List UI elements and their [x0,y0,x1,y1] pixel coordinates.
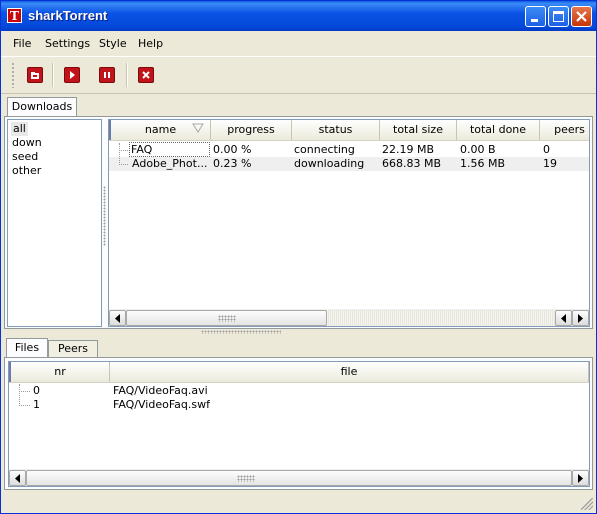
scroll-right-icon [578,474,583,483]
horizontal-splitter[interactable] [201,330,281,334]
tree-connector [119,150,128,165]
menu-help[interactable]: Help [138,37,163,50]
files-header: nr file [9,362,589,383]
download-total-size: 668.83 MB [382,157,442,170]
category-other[interactable]: other [12,164,41,178]
download-status: downloading [294,157,365,170]
column-peers[interactable]: peers [540,120,589,140]
download-name: FAQ [129,142,210,157]
scroll-right-button[interactable] [572,470,589,486]
file-nr: 0 [33,384,40,397]
resize-grip[interactable] [581,498,593,510]
category-seed[interactable]: seed [12,150,38,164]
download-name: Adobe_Phot... [132,157,208,170]
column-name[interactable]: name [109,120,211,140]
menu-bar: File Settings Style Help [1,32,596,54]
file-nr: 1 [33,398,40,411]
window-title: sharkTorrent [28,8,108,23]
download-total-size: 22.19 MB [382,143,435,156]
scroll-thumb[interactable] [26,470,572,486]
menu-settings[interactable]: Settings [45,37,90,50]
column-total-done[interactable]: total done [457,120,540,140]
open-torrent-icon [31,72,39,79]
download-row[interactable]: FAQ 0.00 % connecting 22.19 MB 0.00 B 0 [109,142,589,157]
downloads-horizontal-scrollbar[interactable] [109,309,589,326]
title-bar[interactable]: T sharkTorrent [1,1,596,31]
tab-peers[interactable]: Peers [48,340,98,358]
remove-button[interactable] [138,67,154,83]
remove-icon [142,71,150,79]
close-window-button[interactable] [571,6,592,27]
tab-downloads[interactable]: Downloads [7,97,77,117]
scroll-left-button[interactable] [555,310,572,326]
toolbar [1,56,596,94]
download-progress: 0.00 % [213,143,252,156]
scroll-left-button[interactable] [9,470,26,486]
column-file[interactable]: file [110,362,589,382]
menu-file[interactable]: File [13,37,31,50]
category-list: all down seed other [7,119,102,327]
column-total-size[interactable]: total size [380,120,457,140]
scroll-thumb-grip [237,475,255,482]
tab-files[interactable]: Files [6,338,48,358]
download-total-done: 0.00 B [460,143,496,156]
download-status: connecting [294,143,355,156]
files-table: nr file 0 FAQ/VideoFaq.avi 1 FAQ/VideoFa… [8,361,590,487]
pause-icon [104,72,110,78]
file-row[interactable]: 0 FAQ/VideoFaq.avi [9,384,589,398]
tree-connector [19,391,30,406]
column-nr[interactable]: nr [9,362,110,382]
downloads-table: name progress status total size total do… [108,119,590,327]
download-total-done: 1.56 MB [460,157,506,170]
scroll-left-icon [15,474,20,483]
start-button[interactable] [64,67,80,83]
scroll-right-icon [578,314,583,323]
column-name-label: name [144,123,177,136]
download-progress: 0.23 % [213,157,252,170]
download-peers: 0 [543,143,550,156]
scroll-thumb[interactable] [126,310,327,326]
category-down[interactable]: down [12,136,42,150]
category-all[interactable]: all [11,122,28,136]
file-path: FAQ/VideoFaq.swf [113,398,210,411]
scroll-thumb-grip [218,315,236,322]
scroll-left-icon [561,314,566,323]
toolbar-separator [126,63,128,87]
column-status[interactable]: status [292,120,380,140]
sort-descending-icon [192,123,204,133]
vertical-splitter[interactable] [103,186,106,246]
minimize-button[interactable] [525,6,546,27]
status-bar [1,492,596,513]
toolbar-separator [52,63,54,87]
pause-button[interactable] [99,67,115,83]
main-window: T sharkTorrent File Settings Style Help [0,0,597,514]
scroll-left-icon [115,314,120,323]
maximize-button[interactable] [548,6,569,27]
app-icon: T [7,8,22,23]
download-peers: 19 [543,157,557,170]
menu-style[interactable]: Style [99,37,127,50]
start-icon [70,71,75,79]
scroll-left-button[interactable] [109,310,126,326]
toolbar-grip[interactable] [11,62,15,88]
file-path: FAQ/VideoFaq.avi [113,384,208,397]
files-horizontal-scrollbar[interactable] [9,469,589,486]
column-progress[interactable]: progress [211,120,292,140]
download-row[interactable]: Adobe_Phot... 0.23 % downloading 668.83 … [109,150,589,171]
close-icon [576,11,587,22]
maximize-icon [553,11,564,22]
minimize-icon [531,19,538,22]
file-row[interactable]: 1 FAQ/VideoFaq.swf [9,391,589,412]
open-torrent-button[interactable] [27,67,43,83]
downloads-header: name progress status total size total do… [109,120,589,141]
scroll-right-button[interactable] [572,310,589,326]
